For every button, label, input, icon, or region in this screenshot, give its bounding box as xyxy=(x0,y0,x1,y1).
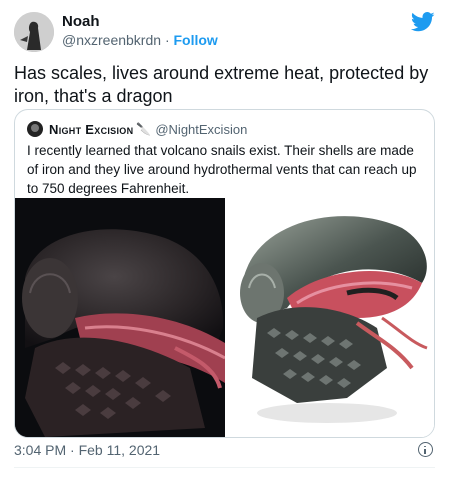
avatar[interactable] xyxy=(14,12,54,52)
snail-photo-white-background[interactable] xyxy=(227,198,434,437)
tweet-timestamp[interactable]: 3:04 PM · Feb 11, 2021 xyxy=(14,442,160,458)
separator-dot: · xyxy=(164,32,170,48)
quoted-tweet[interactable]: Night Excision 🔪 @NightExcision I recent… xyxy=(14,109,435,438)
quoted-author-name[interactable]: Night Excision xyxy=(49,122,133,137)
divider xyxy=(14,467,435,468)
tweet-card: Noah @nxzreenbkrdn · Follow Has scales, … xyxy=(0,0,449,500)
follow-button[interactable]: Follow xyxy=(174,32,218,48)
author-handle[interactable]: @nxzreenbkrdn xyxy=(62,32,161,48)
snail-photo-dark[interactable] xyxy=(15,198,225,437)
info-icon[interactable] xyxy=(418,442,433,457)
avatar-silhouette-icon xyxy=(14,12,54,52)
quoted-tweet-text: I recently learned that volcano snails e… xyxy=(27,143,417,196)
knife-emoji-icon: 🔪 xyxy=(136,122,152,136)
author-handle-line: @nxzreenbkrdn · Follow xyxy=(62,32,218,48)
twitter-bird-icon[interactable] xyxy=(411,12,435,32)
tweet-text: Has scales, lives around extreme heat, p… xyxy=(14,63,429,106)
quoted-tweet-header: Night Excision 🔪 @NightExcision xyxy=(27,120,247,138)
quoted-author-handle[interactable]: @NightExcision xyxy=(155,122,247,137)
quoted-avatar[interactable] xyxy=(27,121,43,137)
author-name[interactable]: Noah xyxy=(62,13,100,30)
